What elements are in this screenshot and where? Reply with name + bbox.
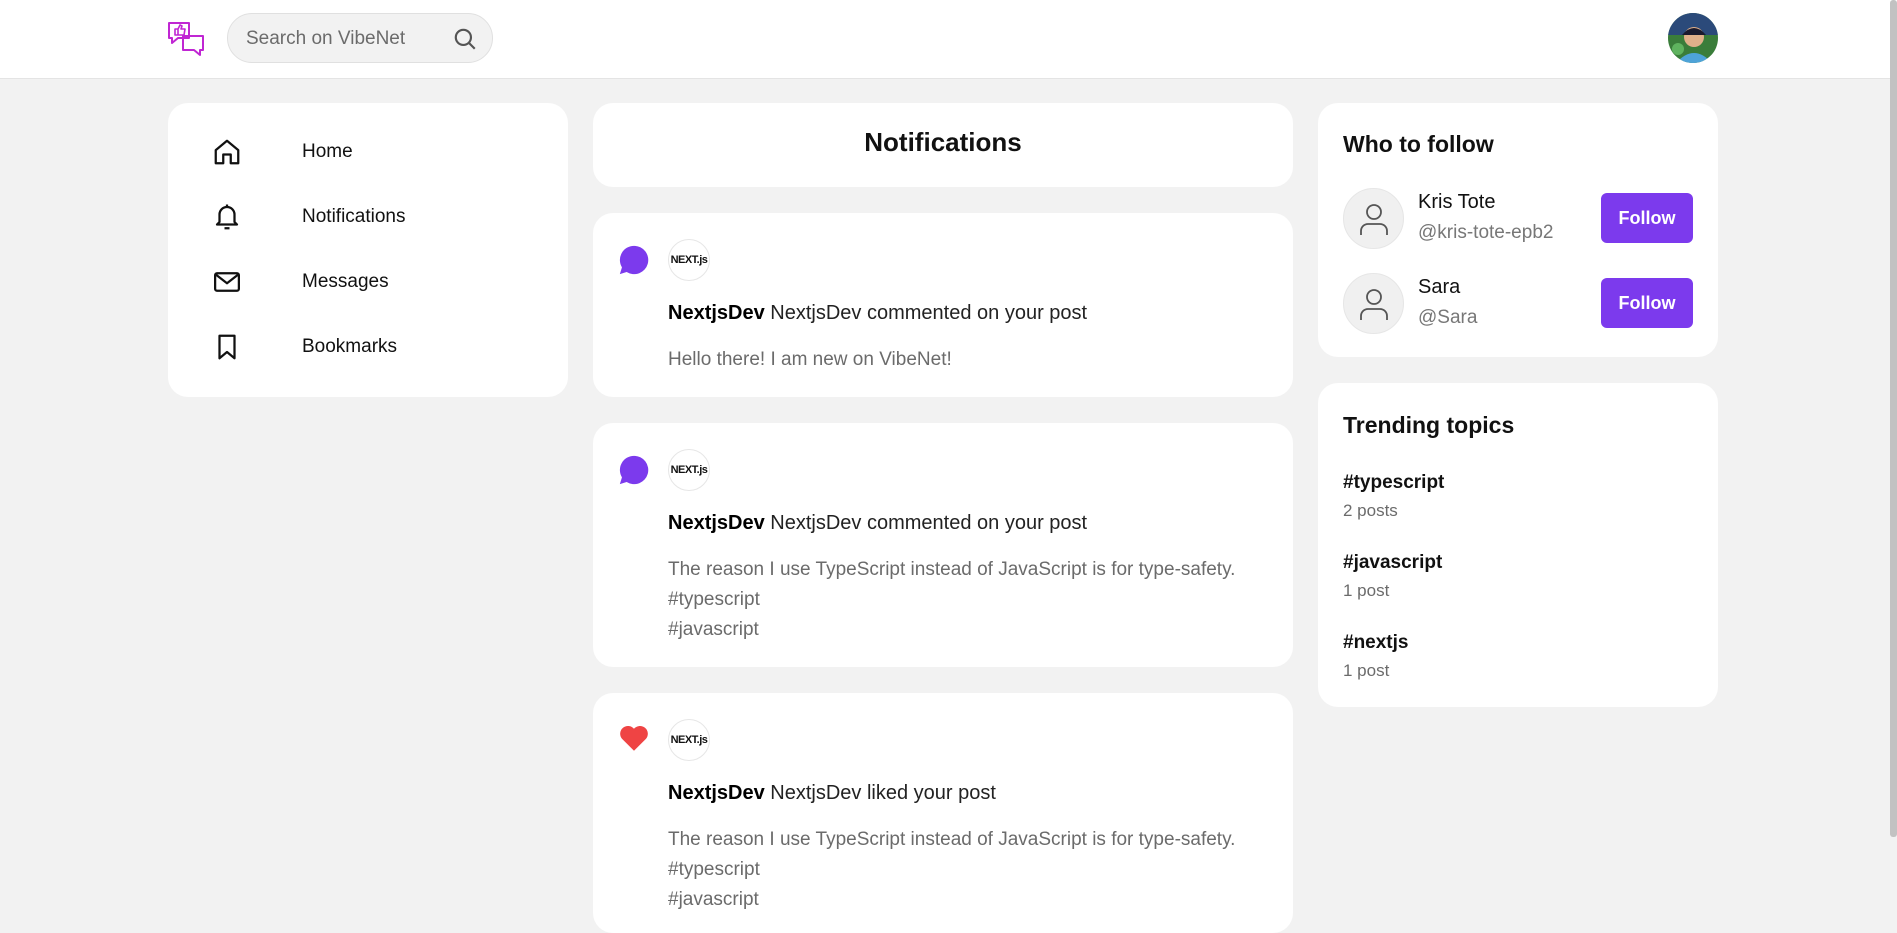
user-avatar[interactable] [1668, 13, 1718, 63]
avatar[interactable] [1343, 188, 1404, 249]
top-bar [0, 0, 1897, 79]
nextjs-avatar[interactable]: NEXT.js [668, 719, 710, 761]
page-title: Notifications [864, 127, 1022, 157]
notification-action: NextjsDev commented on your post [770, 302, 1088, 324]
bookmark-icon [218, 334, 236, 360]
sidebar-item-label: Bookmarks [302, 336, 398, 357]
sidebar-item-label: Messages [302, 271, 389, 292]
trending-title: Trending topics [1343, 412, 1515, 438]
follow-user-name[interactable]: Sara [1418, 276, 1460, 299]
notification-card[interactable]: NEXT.js NextjsDev NextjsDev liked your p… [593, 693, 1293, 933]
notification-content: The reason I use TypeScript instead of J… [668, 559, 1236, 640]
sidebar-item-notifications[interactable]: Notifications [212, 198, 532, 238]
user-placeholder-icon [1360, 289, 1388, 320]
notifications-header: Notifications [593, 103, 1293, 187]
mail-icon [214, 272, 240, 292]
notification-card[interactable]: NEXT.js NextjsDev NextjsDev commented on… [593, 213, 1293, 397]
notification-action: NextjsDev liked your post [770, 782, 996, 804]
notification-card[interactable]: NEXT.js NextjsDev NextjsDev commented on… [593, 423, 1293, 667]
search-icon[interactable] [452, 26, 478, 52]
follow-button[interactable]: Follow [1601, 278, 1693, 328]
notification-content: Hello there! I am new on VibeNet! [668, 349, 952, 370]
notification-title: NextjsDev NextjsDev commented on your po… [668, 512, 1087, 535]
trending-count: 1 post [1343, 661, 1390, 680]
page-scrollbar[interactable] [1890, 0, 1897, 837]
notification-action: NextjsDev commented on your post [770, 512, 1088, 534]
sidebar-item-bookmarks[interactable]: Bookmarks [212, 328, 532, 368]
who-to-follow-panel: Who to follow Kris Tote @kris-tote-epb2 … [1318, 103, 1718, 357]
who-to-follow-title: Who to follow [1343, 131, 1494, 157]
sidebar-nav: Home Notifications Messages Bookmarks [168, 103, 568, 397]
bell-icon [215, 204, 239, 230]
follow-user-handle: @kris-tote-epb2 [1418, 222, 1554, 243]
comment-icon [619, 245, 649, 275]
nextjs-avatar[interactable]: NEXT.js [668, 449, 710, 491]
notification-title: NextjsDev NextjsDev commented on your po… [668, 302, 1087, 325]
notification-user[interactable]: NextjsDev [668, 782, 765, 804]
sidebar-item-label: Home [302, 141, 353, 162]
trending-tag[interactable]: #nextjs [1343, 632, 1408, 654]
notification-user[interactable]: NextjsDev [668, 512, 765, 534]
trending-count: 1 post [1343, 581, 1390, 600]
trending-count: 2 posts [1343, 501, 1398, 520]
follow-button[interactable]: Follow [1601, 193, 1693, 243]
notification-content: The reason I use TypeScript instead of J… [668, 829, 1236, 910]
search-bar [227, 13, 493, 64]
heart-icon [620, 725, 648, 751]
vibenet-logo-icon[interactable] [166, 20, 206, 58]
trending-tag[interactable]: #typescript [1343, 472, 1444, 494]
avatar[interactable] [1343, 273, 1404, 334]
sidebar-item-label: Notifications [302, 206, 406, 227]
notification-user[interactable]: NextjsDev [668, 302, 765, 324]
trending-tag[interactable]: #javascript [1343, 552, 1442, 574]
sidebar-item-messages[interactable]: Messages [212, 263, 532, 303]
follow-user-name[interactable]: Kris Tote [1418, 191, 1495, 214]
home-icon [214, 139, 240, 165]
follow-user-handle: @Sara [1418, 307, 1478, 328]
sidebar-item-home[interactable]: Home [212, 133, 532, 173]
user-placeholder-icon [1360, 204, 1388, 235]
trending-topics-panel: Trending topics #typescript 2 posts #jav… [1318, 383, 1718, 707]
notification-title: NextjsDev NextjsDev liked your post [668, 782, 996, 805]
search-input[interactable] [244, 14, 448, 64]
comment-icon [619, 455, 649, 485]
nextjs-avatar[interactable]: NEXT.js [668, 239, 710, 281]
